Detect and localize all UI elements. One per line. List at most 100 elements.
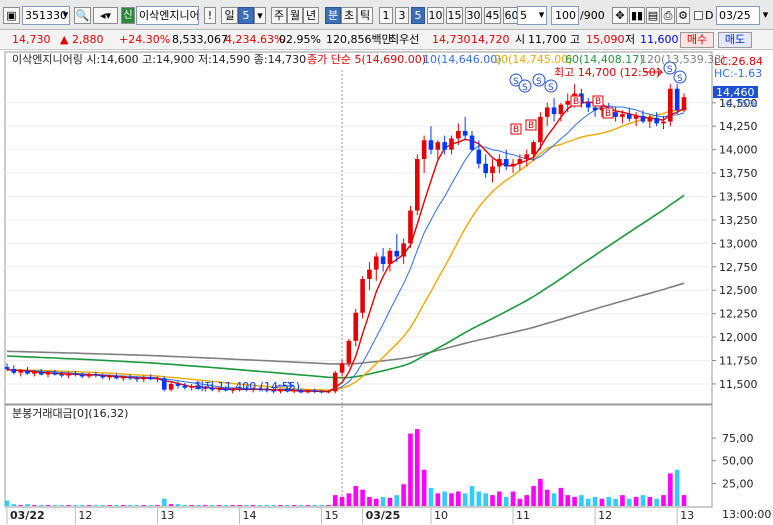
toolbar: ▣ 351330 ▾ 🔍 ◂▾ 신 이삭엔지니어 ! 일 5 ▾ 주 월 년 분… (0, 0, 773, 30)
volume-bar (196, 505, 201, 506)
candle-body (11, 368, 17, 373)
candle-body (93, 374, 99, 376)
settings-icon[interactable]: ⚙ (676, 7, 690, 24)
volume-bar (654, 498, 659, 506)
chart-icon[interactable]: ▣ (3, 7, 20, 24)
candle-body (18, 370, 23, 373)
tab-second[interactable]: 초 (341, 7, 357, 24)
high-price: 15,090 (586, 33, 625, 46)
interval-button-15[interactable]: 15 (446, 7, 463, 24)
date-checkbox[interactable] (694, 11, 703, 20)
volume-bar (668, 473, 673, 506)
volume-bar (551, 493, 557, 506)
volume-bar (291, 505, 297, 506)
interval-button-5[interactable]: 5 (411, 7, 425, 24)
chevron-down-icon[interactable]: ▾ (60, 7, 71, 24)
tab-monthly[interactable]: 월 (287, 7, 303, 24)
date-input[interactable]: 03/25 (716, 6, 760, 25)
chart-type-icon[interactable]: ▮▮ (629, 7, 645, 24)
candle-body (476, 149, 482, 164)
volume-bar (182, 505, 188, 506)
volume-bar (73, 505, 78, 506)
candle-body (544, 107, 550, 117)
stock-name-field[interactable]: 이삭엔지니어 (136, 6, 199, 25)
y-tick-label: 13,000 (719, 237, 758, 250)
volume-bar (490, 495, 495, 506)
tab-tick[interactable]: 틱 (357, 7, 373, 24)
candle-body (449, 138, 454, 150)
candle-body (456, 130, 461, 139)
candle-body (52, 372, 58, 375)
volume-bar (572, 496, 577, 506)
tab-minute[interactable]: 분 (325, 7, 341, 24)
candle-body (373, 256, 379, 270)
volume-bar (161, 498, 167, 506)
interval-button-10[interactable]: 10 (427, 7, 444, 24)
candle-body (668, 88, 673, 122)
trade-amount: 120,856백만 (326, 33, 392, 46)
price-change-pct: +24.30% (119, 33, 171, 46)
tab-weekly[interactable]: 주 (271, 7, 287, 24)
candle-body (490, 166, 495, 174)
interval-button-45[interactable]: 45 (484, 7, 501, 24)
sound-icon[interactable]: ◂▾ (93, 7, 118, 24)
volume-bar (544, 489, 550, 506)
candlestick-chart[interactable]: 11,500 11,750 12,000 12,250 12,500 12,750 13,0… (0, 51, 773, 525)
candle-body (161, 378, 167, 390)
volume-bar (538, 478, 543, 506)
period-dropdown[interactable]: ▾ (254, 7, 266, 24)
volume-bar (592, 496, 598, 506)
volume-bar (18, 505, 23, 506)
y-tick-label: 14,000 (719, 144, 758, 157)
candle-body (517, 159, 523, 164)
interval-button-1[interactable]: 1 (379, 7, 393, 24)
view-count-input[interactable]: 100 (551, 6, 579, 25)
tab-yearly[interactable]: 년 (303, 7, 319, 24)
print-icon[interactable]: ⎙ (661, 7, 675, 24)
y-tick-label: 13,750 (719, 167, 758, 180)
x-tick-label: 11 (516, 509, 530, 522)
candle-body (168, 383, 174, 390)
volume-bar (278, 505, 283, 506)
volume-bar (203, 505, 208, 506)
tab-daily[interactable]: 일 (221, 7, 238, 24)
volume-bar (606, 496, 612, 506)
volume-legend: 분봉거래대금[0](16,32) (12, 407, 128, 420)
current-price-label: 14,460 (716, 86, 755, 99)
buy-button[interactable]: 매수 (680, 32, 714, 48)
volume-bar (640, 495, 646, 506)
search-icon[interactable]: 🔍 (74, 7, 91, 24)
candle-body (38, 371, 44, 375)
volume-bar (401, 484, 406, 506)
y-tick-label: 11,500 (719, 378, 758, 391)
period-number[interactable]: 5 (238, 7, 254, 24)
volume-bar (462, 493, 468, 506)
calendar-dropdown-icon[interactable]: ▾ (760, 7, 771, 24)
x-tick-label: 13 (160, 509, 174, 522)
warning-button[interactable]: ! (204, 7, 216, 24)
candle-body (73, 373, 78, 375)
x-tick-label: 13 (680, 509, 694, 522)
interval-button-30[interactable]: 30 (465, 7, 482, 24)
volume-bar (38, 505, 44, 506)
buy-signal-icon: B (592, 95, 604, 107)
crosshair-icon[interactable]: ✥ (612, 7, 628, 24)
best-ask: 14,730 (432, 33, 471, 46)
candle-body (346, 340, 352, 364)
volume-bar (613, 498, 618, 506)
volume-bar (25, 504, 30, 506)
hc-readout: HC:-1.63 (714, 67, 762, 80)
candle-body (305, 390, 311, 393)
x-tick-label: 12 (78, 509, 92, 522)
count-dropdown[interactable]: ▾ (536, 7, 547, 24)
sell-button[interactable]: 매도 (718, 32, 752, 48)
candle-body (326, 391, 331, 393)
save-icon[interactable]: ▤ (646, 7, 660, 24)
volume-bar (408, 433, 413, 506)
volume-bar (11, 504, 17, 506)
volume-bar (681, 495, 687, 506)
volume-bar (428, 487, 434, 506)
x-tick-label: 03/25 (366, 509, 401, 522)
interval-button-3[interactable]: 3 (395, 7, 409, 24)
candle-body (613, 112, 618, 117)
